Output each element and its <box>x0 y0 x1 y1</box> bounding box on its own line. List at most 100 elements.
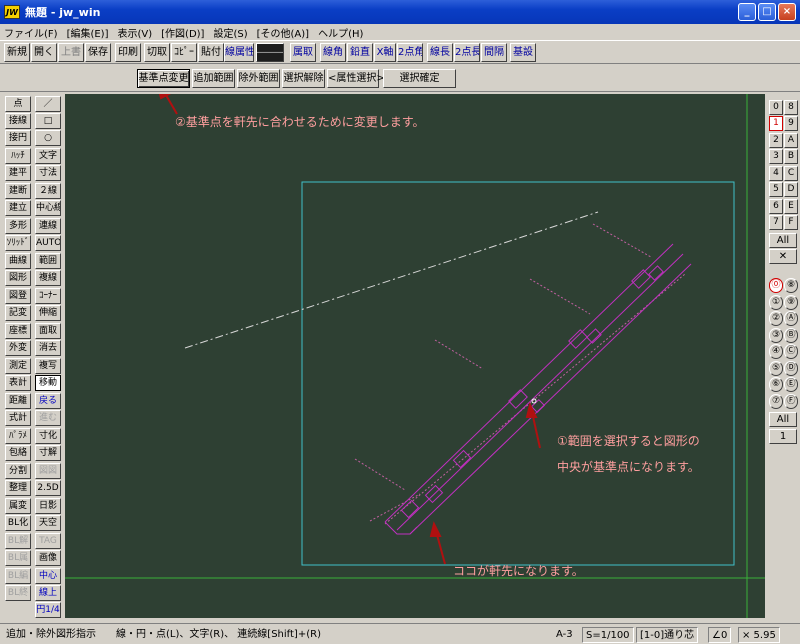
tool-formula-calc[interactable]: 式計 <box>5 410 31 426</box>
layer-group-a[interactable]: A <box>784 133 798 148</box>
tool-envelope[interactable]: 包絡 <box>5 445 31 461</box>
layer-group-5[interactable]: 5 <box>769 182 783 197</box>
tool-double-line[interactable]: ２線 <box>35 183 61 199</box>
layer-2[interactable]: ② <box>769 311 783 326</box>
layer-b[interactable]: Ⓑ <box>784 328 798 343</box>
tool-distance[interactable]: 距離 <box>5 393 31 409</box>
tool-image[interactable]: 画像 <box>35 550 61 566</box>
status-layer[interactable]: [1-0]通り芯 <box>636 627 699 643</box>
tool-center-line[interactable]: 中心線 <box>35 200 61 216</box>
tool-building-elevation[interactable]: 建立 <box>5 200 31 216</box>
tool-sky[interactable]: 天空 <box>35 515 61 531</box>
get-attribute-button[interactable]: 属取 <box>290 43 316 62</box>
layer-e[interactable]: Ⓔ <box>784 377 798 392</box>
tool-point[interactable]: 点 <box>5 96 31 112</box>
vertical-button[interactable]: 鉛直 <box>347 43 373 62</box>
menu-settings[interactable]: 設定(S) <box>213 25 247 40</box>
layer-group-1[interactable]: 1 <box>769 116 783 131</box>
layer-group-2[interactable]: 2 <box>769 133 783 148</box>
tool-dimension[interactable]: 寸法 <box>35 165 61 181</box>
layer-group-x-button[interactable]: ✕ <box>769 249 797 264</box>
status-angle[interactable]: ∠0 <box>708 627 732 643</box>
copy-button[interactable]: ｺﾋﾟｰ <box>171 43 197 62</box>
layer-group-f[interactable]: F <box>784 215 798 230</box>
tool-offset[interactable]: 複線 <box>35 270 61 286</box>
tool-divide[interactable]: 分割 <box>5 463 31 479</box>
menu-help[interactable]: ヘルプ(H) <box>318 25 363 40</box>
layer-c[interactable]: Ⓒ <box>784 344 798 359</box>
tool-2-5d[interactable]: 2.5D <box>35 480 61 496</box>
layer-group-b[interactable]: B <box>784 149 798 164</box>
tool-symbol-change[interactable]: 記変 <box>5 305 31 321</box>
attribute-select-button[interactable]: <属性選択> <box>327 69 385 88</box>
tool-rectangle[interactable]: □ <box>35 113 61 129</box>
layer-9[interactable]: ⑨ <box>784 295 798 310</box>
x-axis-button[interactable]: X軸 <box>374 43 396 62</box>
open-button[interactable]: 開く <box>31 43 57 62</box>
layer-d[interactable]: Ⓓ <box>784 361 798 376</box>
tool-chamfer[interactable]: 面取 <box>35 323 61 339</box>
close-button[interactable]: × <box>778 3 796 21</box>
tool-text[interactable]: 文字 <box>35 148 61 164</box>
layer-8[interactable]: ⑧ <box>784 278 798 293</box>
layer-5[interactable]: ⑤ <box>769 361 783 376</box>
tool-building-plan[interactable]: 建平 <box>5 165 31 181</box>
change-base-point-button[interactable]: 基準点変更 <box>137 69 190 88</box>
drawing-canvas[interactable]: ②基準点を軒先に合わせるために変更します。 ①範囲を選択すると図形の 中央が基準… <box>65 94 765 618</box>
tool-building-section[interactable]: 建断 <box>5 183 31 199</box>
tool-hatch[interactable]: ﾊｯﾁ <box>5 148 31 164</box>
tool-connect[interactable]: 連線 <box>35 218 61 234</box>
layer-a[interactable]: Ⓐ <box>784 311 798 326</box>
tool-circle[interactable]: ○ <box>35 130 61 146</box>
tool-snap-online[interactable]: 線上 <box>35 585 61 601</box>
overwrite-button[interactable]: 上書 <box>58 43 84 62</box>
layer-group-all-button[interactable]: All <box>769 233 797 248</box>
tool-stretch[interactable]: 伸縮 <box>35 305 61 321</box>
add-range-button[interactable]: 追加範囲 <box>192 69 235 88</box>
menu-edit[interactable]: [編集(E)] <box>67 25 109 40</box>
layer-group-c[interactable]: C <box>784 166 798 181</box>
layer-group-d[interactable]: D <box>784 182 798 197</box>
tool-figure-figure[interactable]: 図図 <box>35 463 61 479</box>
tool-tangent-circle[interactable]: 接円 <box>5 130 31 146</box>
tool-block-end[interactable]: BL終 <box>5 585 31 601</box>
status-zoom[interactable]: × 5.95 <box>738 627 780 643</box>
paste-button[interactable]: 貼付 <box>198 43 224 62</box>
tool-dim-explode[interactable]: 寸解 <box>35 445 61 461</box>
tool-line[interactable]: ／ <box>35 96 61 112</box>
tool-undo[interactable]: 戻る <box>35 393 61 409</box>
new-button[interactable]: 新規 <box>4 43 30 62</box>
menu-other[interactable]: [その他(A)] <box>257 25 309 40</box>
base-setting-button[interactable]: 基設 <box>510 43 536 62</box>
line-angle-button[interactable]: 線角 <box>320 43 346 62</box>
tool-move[interactable]: 移動 <box>35 375 61 391</box>
tool-organize[interactable]: 整理 <box>5 480 31 496</box>
layer-group-8[interactable]: 8 <box>784 100 798 115</box>
layer-all-button[interactable]: All <box>769 412 797 427</box>
layer-3[interactable]: ③ <box>769 328 783 343</box>
tool-curve[interactable]: 曲線 <box>5 253 31 269</box>
tool-block-explode[interactable]: BL解 <box>5 533 31 549</box>
interval-button[interactable]: 間隔 <box>481 43 507 62</box>
tool-block-attribute[interactable]: BL属 <box>5 550 31 566</box>
layer-group-0[interactable]: 0 <box>769 100 783 115</box>
layer-1[interactable]: ① <box>769 295 783 310</box>
menu-file[interactable]: ファイル(F) <box>4 25 58 40</box>
cut-button[interactable]: 切取 <box>144 43 170 62</box>
tool-dim-convert[interactable]: 寸化 <box>35 428 61 444</box>
tool-corner[interactable]: ｺｰﾅｰ <box>35 288 61 304</box>
layer-group-4[interactable]: 4 <box>769 166 783 181</box>
line-type-button[interactable]: ―――― <box>256 43 284 62</box>
tool-auto[interactable]: AUTO <box>35 235 61 251</box>
two-point-length-button[interactable]: 2点長 <box>454 43 480 62</box>
two-point-angle-button[interactable]: 2点角 <box>397 43 423 62</box>
layer-group-9[interactable]: 9 <box>784 116 798 131</box>
layer-0[interactable]: ⓪ <box>769 278 783 293</box>
status-paper-size[interactable]: A-3 <box>556 627 573 643</box>
save-button[interactable]: 保存 <box>85 43 111 62</box>
line-attribute-button[interactable]: 線属性 <box>224 43 254 62</box>
tool-range[interactable]: 範囲 <box>35 253 61 269</box>
tool-coordinates[interactable]: 座標 <box>5 323 31 339</box>
tool-attribute-change[interactable]: 属変 <box>5 498 31 514</box>
layer-group-6[interactable]: 6 <box>769 199 783 214</box>
